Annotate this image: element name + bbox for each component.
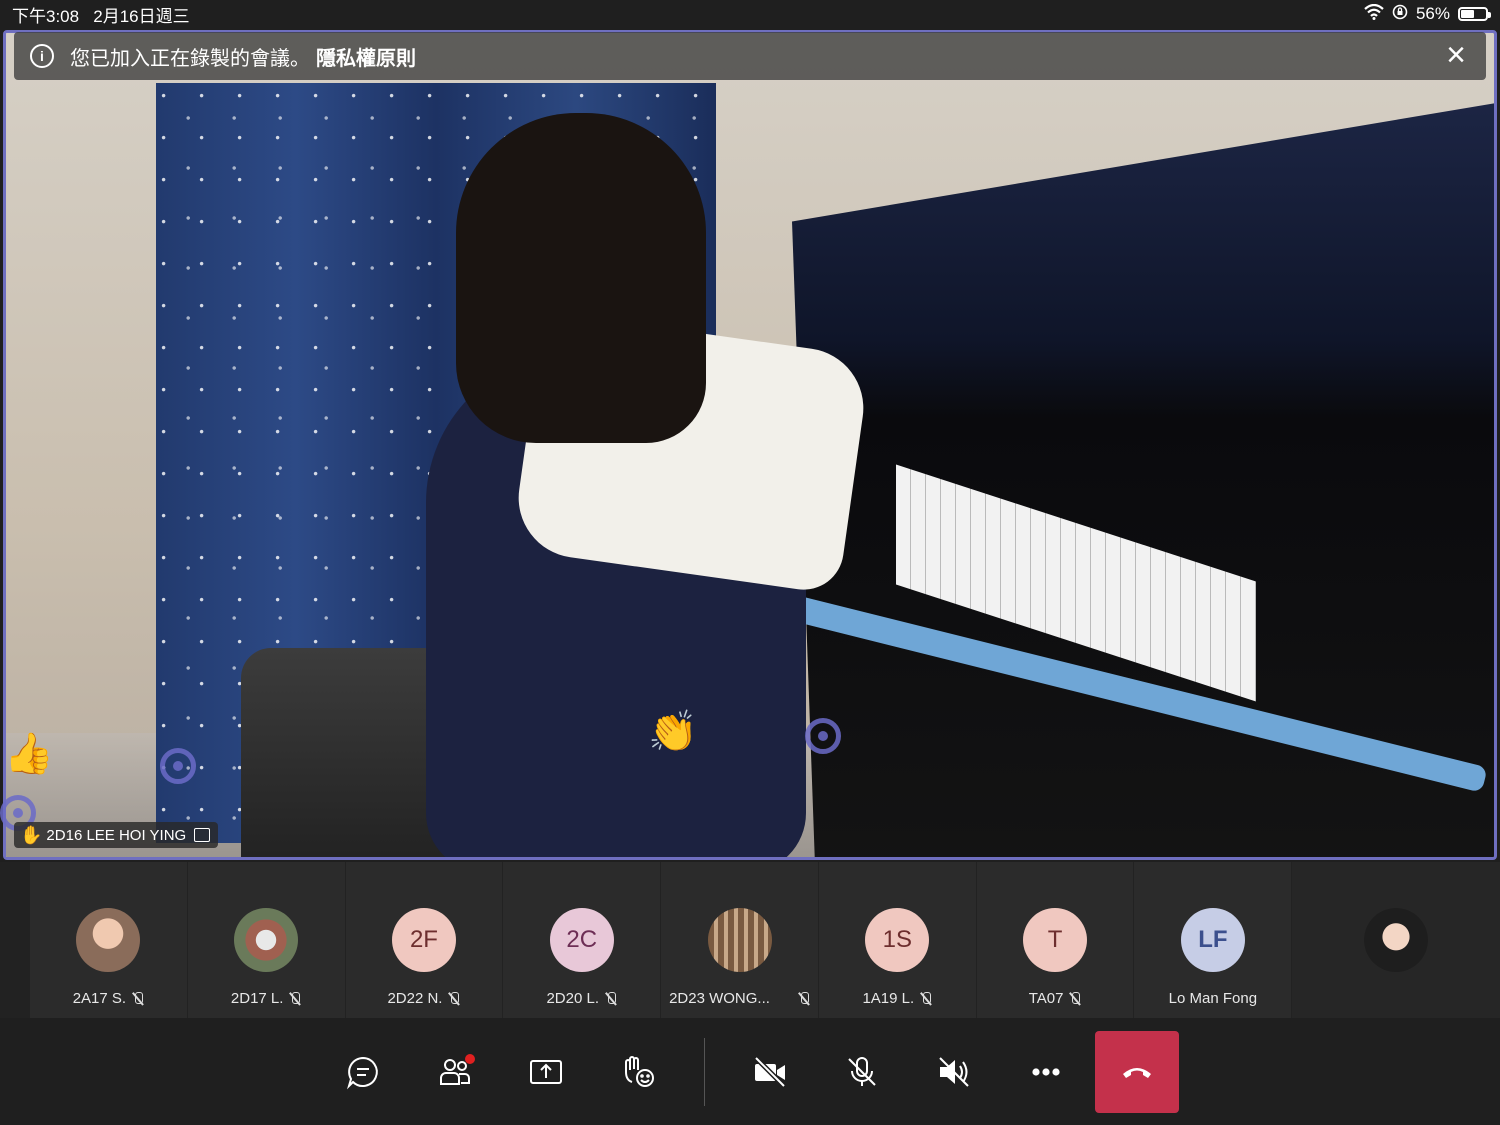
speaker-button[interactable]	[918, 1036, 990, 1108]
mic-off-icon	[920, 991, 932, 1006]
participant-name: 2A17 S.	[72, 990, 127, 1007]
speaking-indicator-icon	[805, 718, 841, 754]
mic-off-icon	[132, 991, 144, 1006]
participant-name: 2D23 WONG...	[669, 990, 770, 1007]
participant-tile[interactable]: 1S 1A19 L.	[818, 862, 976, 1018]
battery-icon	[1458, 7, 1491, 21]
reactions-button[interactable]	[602, 1036, 674, 1108]
participant-avatar: 1S	[865, 908, 930, 972]
hangup-button[interactable]	[1095, 1031, 1179, 1113]
status-time-date: 下午3:08 2月16日週三	[12, 2, 190, 27]
share-icon	[530, 1060, 562, 1084]
participant-name: 1A19 L.	[862, 990, 915, 1007]
hangup-icon	[1123, 1068, 1151, 1078]
participant-name-row: 2D20 L.	[546, 990, 617, 1007]
self-tile[interactable]	[1292, 862, 1500, 1018]
participant-name-row: 2D23 WONG...	[669, 990, 810, 1007]
share-button[interactable]	[510, 1036, 582, 1108]
battery-percent: 56%	[1415, 4, 1450, 23]
close-icon[interactable]: ×	[1442, 38, 1470, 72]
participant-name: TA07	[1028, 990, 1064, 1007]
thumbs-up-reaction-icon: 👍	[4, 732, 54, 776]
participant-name-row: TA07	[1029, 990, 1082, 1007]
main-video[interactable]	[3, 30, 1497, 860]
participant-name: 2D20 L.	[546, 990, 599, 1007]
participant-avatar: LF	[1180, 908, 1245, 972]
more-button[interactable]	[1010, 1036, 1082, 1108]
camera-button[interactable]	[734, 1036, 806, 1108]
video-person-hair	[456, 113, 706, 443]
chat-button[interactable]	[327, 1036, 399, 1108]
self-avatar	[1364, 908, 1429, 972]
participant-name: 2D22 N.	[387, 990, 443, 1007]
speaker-off-icon	[939, 1057, 969, 1087]
main-video-participant-name: 2D16 LEE HOI YING	[46, 826, 187, 844]
raise-hand-icon	[625, 1056, 654, 1087]
participant-strip: 2A17 S. 2D17 L. 2F 2D22 N. 2C 2D20 L. 2D…	[0, 862, 1500, 1018]
mic-off-icon	[289, 991, 301, 1006]
mic-button[interactable]	[826, 1036, 898, 1108]
status-date: 2月16日週三	[93, 6, 190, 26]
speaking-indicator-icon	[160, 748, 196, 784]
mic-off-icon	[1069, 991, 1081, 1006]
participant-tile[interactable]: 2F 2D22 N.	[345, 862, 503, 1018]
participant-name: 2D17 L.	[230, 990, 284, 1007]
mic-off-icon	[848, 1057, 876, 1086]
participant-avatar	[707, 908, 772, 972]
notification-dot	[465, 1054, 475, 1064]
participant-avatar: 2F	[391, 908, 456, 972]
orientation-lock-icon	[1392, 4, 1408, 25]
participant-tile[interactable]: 2D17 L.	[187, 862, 345, 1018]
more-icon	[1032, 1068, 1060, 1076]
chat-icon	[346, 1056, 378, 1090]
participant-tile[interactable]: 2D23 WONG...	[661, 862, 818, 1018]
mic-off-icon	[605, 991, 617, 1006]
pinned-icon	[194, 828, 211, 842]
participant-tile[interactable]: T TA07	[976, 862, 1134, 1018]
camera-off-icon	[754, 1056, 786, 1088]
participant-tile[interactable]: LF Lo Man Fong	[1134, 862, 1292, 1018]
participant-name-row: Lo Man Fong	[1169, 990, 1257, 1007]
status-bar: 下午3:08 2月16日週三 56%	[0, 0, 1500, 28]
participant-name-row: 2A17 S.	[73, 990, 144, 1007]
participant-tile[interactable]: 2A17 S.	[30, 862, 187, 1018]
participant-avatar	[234, 908, 299, 972]
mic-off-icon	[798, 991, 810, 1006]
participant-name-row: 2D17 L.	[231, 990, 302, 1007]
call-controls	[0, 1018, 1500, 1125]
main-video-name-tag: ✋ 2D16 LEE HOI YING	[14, 822, 219, 848]
status-time: 下午3:08	[12, 6, 80, 26]
privacy-policy-link[interactable]: 隱私權原則	[316, 42, 416, 71]
mic-off-icon	[448, 991, 460, 1006]
participant-tile[interactable]: 2C 2D20 L.	[503, 862, 661, 1018]
participant-name: Lo Man Fong	[1168, 990, 1258, 1007]
info-icon: i	[30, 44, 54, 68]
wifi-icon	[1364, 3, 1384, 25]
raised-hand-icon: ✋	[20, 824, 43, 845]
status-indicators: 56%	[1364, 3, 1491, 25]
recording-banner: i 您已加入正在錄製的會議。 隱私權原則 ×	[14, 32, 1486, 80]
controls-divider	[704, 1038, 705, 1106]
participants-button[interactable]	[419, 1036, 491, 1108]
clap-reaction-icon: 👏	[648, 710, 698, 754]
participant-name-row: 1A19 L.	[862, 990, 932, 1007]
participant-avatar	[76, 908, 141, 972]
banner-message: 您已加入正在錄製的會議。	[70, 47, 310, 70]
participant-avatar: T	[1023, 908, 1088, 972]
participant-name-row: 2D22 N.	[387, 990, 460, 1007]
participant-avatar: 2C	[549, 908, 614, 972]
